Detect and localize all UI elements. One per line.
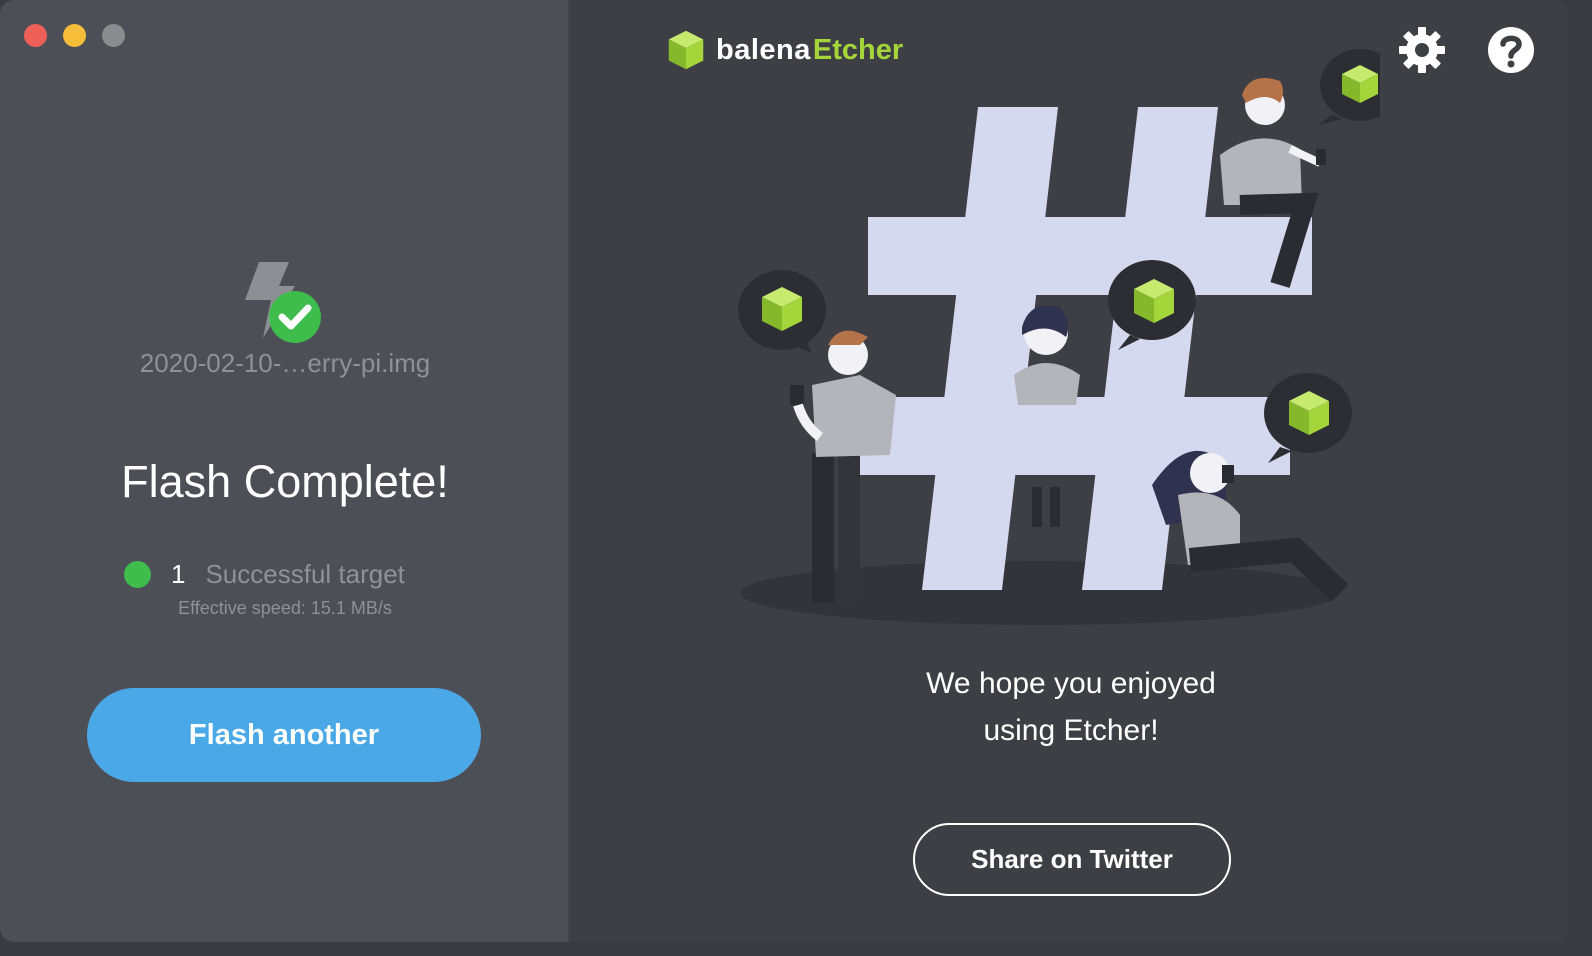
status-panel: 2020-02-10-…erry-pi.img Flash Complete! … xyxy=(0,0,570,942)
gear-icon[interactable] xyxy=(1398,26,1446,74)
thank-you-message: We hope you enjoyed using Etcher! xyxy=(570,660,1568,754)
minimize-window-button[interactable] xyxy=(63,24,86,47)
flash-another-button[interactable]: Flash another xyxy=(87,688,481,782)
feedback-panel: balena Etcher We hope you enjoyed using … xyxy=(570,0,1568,942)
etcher-window: 2020-02-10-…erry-pi.img Flash Complete! … xyxy=(0,0,1568,942)
question-mark-icon[interactable] xyxy=(1487,26,1535,74)
flash-result: 1 Successful target xyxy=(124,558,405,590)
successful-target-count: 1 xyxy=(171,558,186,589)
thank-you-line-2: using Etcher! xyxy=(983,714,1159,747)
effective-speed: Effective speed: 15.1 MB/s xyxy=(178,598,392,618)
flash-complete-icon xyxy=(245,262,321,343)
share-on-twitter-button[interactable]: Share on Twitter xyxy=(913,823,1231,896)
balena-cube-icon xyxy=(667,29,705,71)
thank-you-line-1: We hope you enjoyed xyxy=(926,667,1216,700)
close-window-button[interactable] xyxy=(24,24,47,47)
image-filename: 2020-02-10-…erry-pi.img xyxy=(139,348,431,378)
zoom-window-button[interactable] xyxy=(102,24,125,47)
success-status-dot xyxy=(124,560,151,588)
successful-target-label: Successful target xyxy=(205,558,405,589)
flash-complete-title: Flash Complete! xyxy=(121,456,449,507)
window-controls xyxy=(24,24,125,47)
hashtag-illustration xyxy=(738,49,1380,625)
